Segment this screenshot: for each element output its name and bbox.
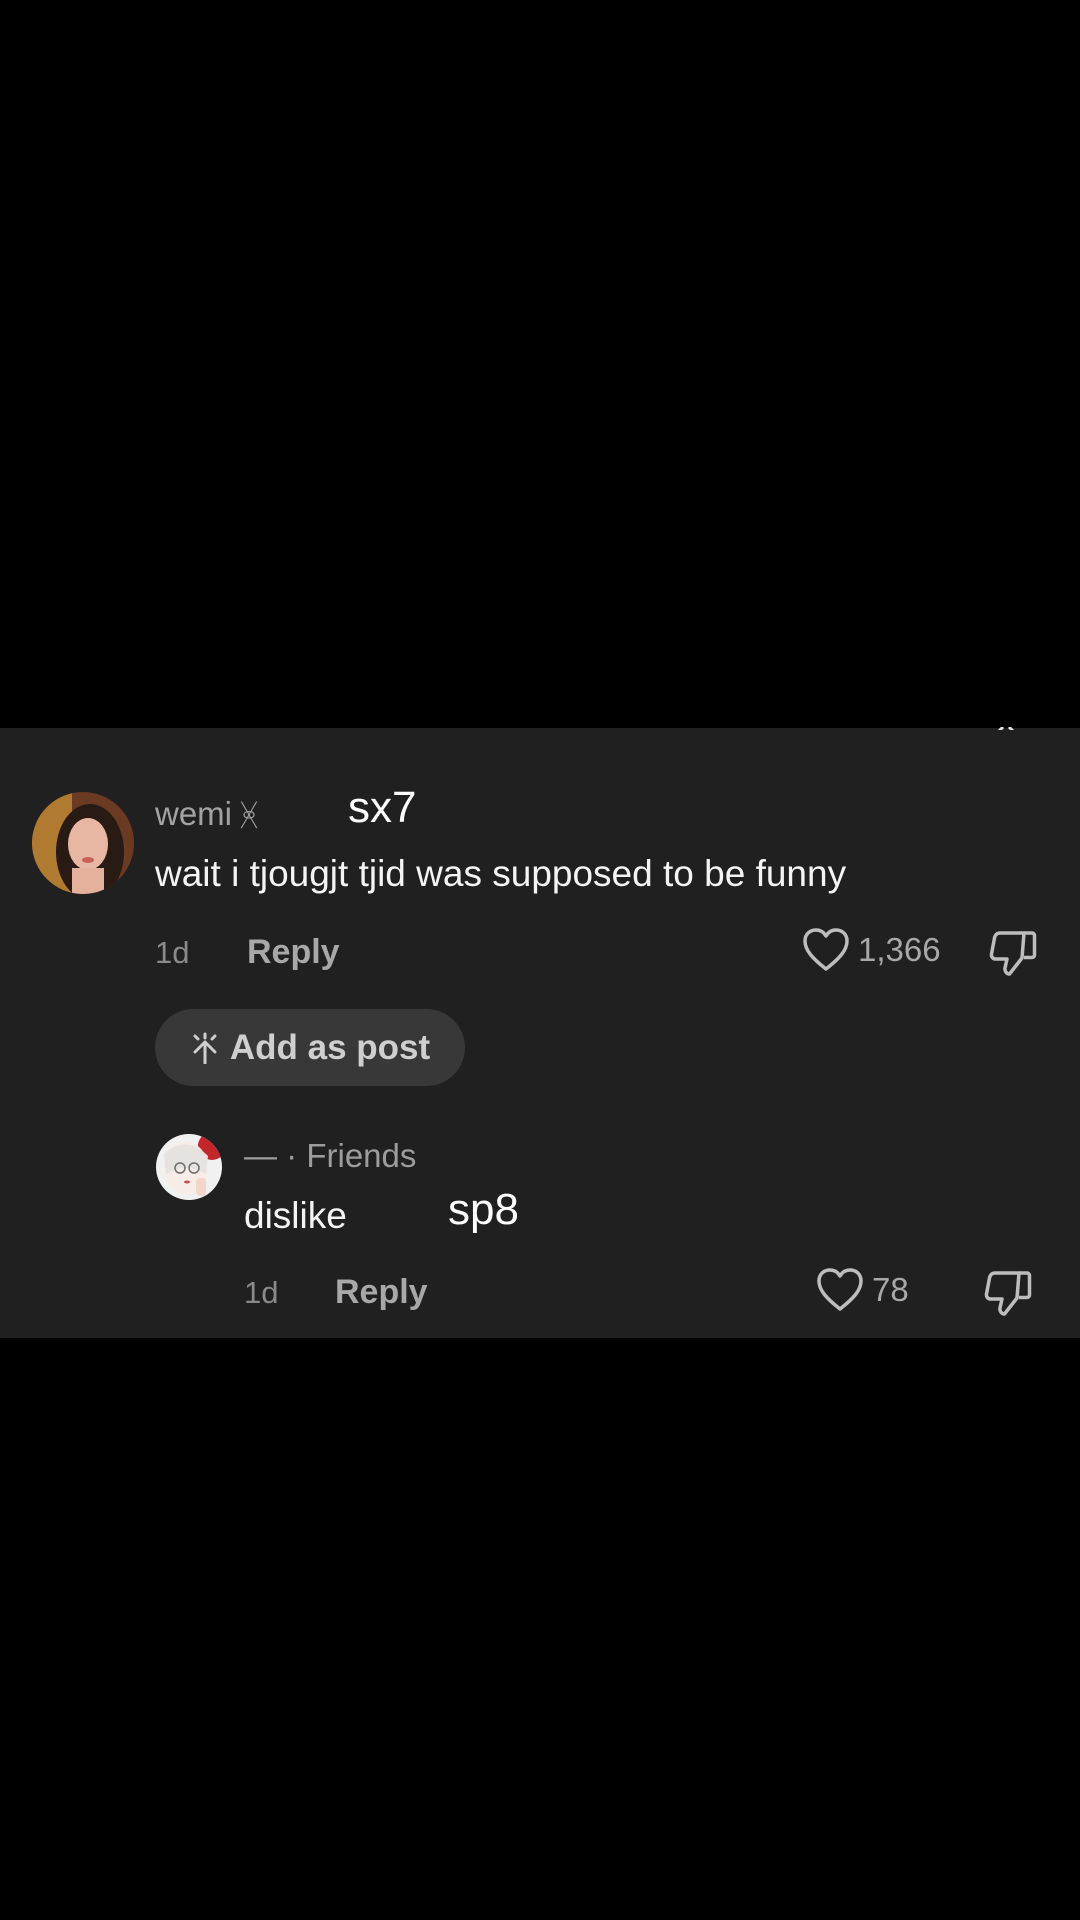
like-button[interactable]: 78 <box>816 1268 909 1312</box>
video-area-top <box>0 0 1080 728</box>
spark-icon <box>193 1032 217 1064</box>
close-icon[interactable] <box>993 722 1019 730</box>
overlay-label: sx7 <box>348 783 417 832</box>
thumbs-down-icon <box>984 1271 1032 1316</box>
dislike-button[interactable] <box>983 1269 1033 1322</box>
creator-icon: ᚸ <box>240 799 259 832</box>
add-as-post-button[interactable]: Add as post <box>155 1009 465 1086</box>
add-as-post-label: Add as post <box>229 1027 431 1067</box>
separator-dot: · <box>286 1137 298 1174</box>
video-area-bottom <box>0 1338 1080 1920</box>
comment-text: dislike <box>244 1195 347 1236</box>
cropped-header-fragment <box>400 720 700 730</box>
dislike-button[interactable] <box>988 929 1038 982</box>
heart-icon <box>803 928 849 971</box>
avatar[interactable] <box>156 1134 222 1200</box>
reply-username[interactable]: — · Friends <box>244 1137 416 1175</box>
comment-username[interactable]: wemi ᚸ <box>155 795 258 833</box>
friends-badge: Friends <box>306 1137 417 1174</box>
like-button[interactable]: 1,366 <box>802 928 941 972</box>
reply-button[interactable]: Reply <box>247 933 340 972</box>
username-text[interactable]: — <box>244 1137 277 1174</box>
comment-text: wait i tjougjt tjid was supposed to be f… <box>155 853 847 894</box>
comment-timestamp: 1d <box>155 935 190 970</box>
like-count: 1,366 <box>858 931 941 968</box>
heart-icon <box>817 1268 863 1311</box>
thumbs-down-icon <box>989 931 1037 976</box>
avatar[interactable] <box>32 792 134 894</box>
username-text[interactable]: wemi <box>155 795 232 832</box>
like-count: 78 <box>872 1271 909 1308</box>
reply-button[interactable]: Reply <box>335 1273 428 1312</box>
comment-timestamp: 1d <box>244 1275 279 1310</box>
overlay-label: sp8 <box>448 1185 519 1234</box>
